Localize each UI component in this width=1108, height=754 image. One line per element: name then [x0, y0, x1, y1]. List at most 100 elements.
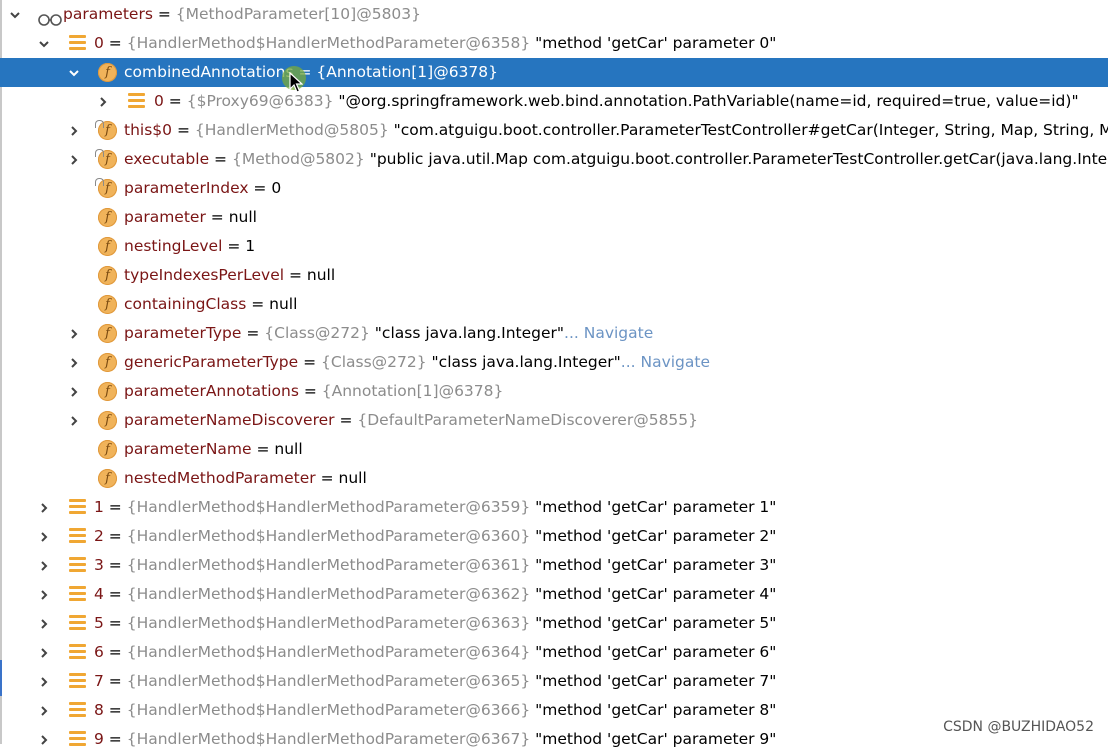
equals-sign: = [103, 701, 127, 719]
variable-value: null [228, 208, 257, 226]
field-icon: f [98, 440, 117, 459]
variable-value: "method 'getCar' parameter 4" [530, 585, 777, 603]
variable-name: containingClass [124, 295, 247, 313]
chevron-down-icon[interactable] [36, 29, 52, 58]
tree-row[interactable]: 3 = {HandlerMethod$HandlerMethodParamete… [0, 551, 1108, 580]
equals-sign: = [103, 672, 127, 690]
equals-sign: = [103, 643, 127, 661]
variable-name: parameterNameDiscoverer [124, 411, 335, 429]
equals-sign: = [315, 469, 339, 487]
tree-row[interactable]: f parameterAnnotations = {Annotation[1]@6… [0, 377, 1108, 406]
tree-row[interactable]: f nestingLevel = 1 [0, 232, 1108, 261]
equals-sign: = [103, 614, 127, 632]
tree-row[interactable]: f parameter = null [0, 203, 1108, 232]
tree-row[interactable]: 5 = {HandlerMethod$HandlerMethodParamete… [0, 609, 1108, 638]
chevron-down-icon[interactable] [7, 0, 23, 29]
chevron-right-icon[interactable] [36, 551, 52, 580]
tree-row[interactable]: f nestedMethodParameter = null [0, 464, 1108, 493]
variable-type: {HandlerMethod@5805} [194, 121, 389, 139]
tree-row[interactable]: parameters = {MethodParameter[10]@5803} [0, 0, 1108, 29]
equals-sign: = [284, 266, 307, 284]
row-text: nestedMethodParameter = null [124, 464, 367, 493]
variable-name: 4 [94, 585, 104, 603]
variable-value: null [306, 266, 336, 284]
array-element-icon [69, 702, 86, 719]
equals-sign: = [152, 5, 176, 23]
variable-name: executable [124, 150, 210, 168]
tree-row[interactable]: 4 = {HandlerMethod$HandlerMethodParamete… [0, 580, 1108, 609]
variable-name: 2 [94, 527, 104, 545]
variable-type: {HandlerMethod$HandlerMethodParameter@63… [126, 498, 531, 516]
tree-row[interactable]: 6 = {HandlerMethod$HandlerMethodParamete… [0, 638, 1108, 667]
row-text: containingClass = null [124, 290, 297, 319]
equals-sign: = [334, 411, 358, 429]
variables-tree[interactable]: parameters = {MethodParameter[10]@5803} 0… [0, 0, 1108, 754]
field-icon: f [98, 237, 117, 256]
tree-row[interactable]: f this$0 = {HandlerMethod@5805} "com.atgu… [0, 116, 1108, 145]
tree-row[interactable]: f combinedAnnotations = {Annotation[1]@63… [0, 58, 1108, 87]
equals-sign: = [205, 208, 229, 226]
field-icon: f [98, 324, 117, 343]
variable-name: parameterName [124, 440, 252, 458]
chevron-right-icon[interactable] [36, 609, 52, 638]
chevron-right-icon[interactable] [66, 116, 82, 145]
tree-row[interactable]: 0 = {HandlerMethod$HandlerMethodParamete… [0, 29, 1108, 58]
tree-row[interactable]: f containingClass = null [0, 290, 1108, 319]
chevron-right-icon[interactable] [66, 145, 82, 174]
chevron-right-icon[interactable] [66, 406, 82, 435]
row-text: 6 = {HandlerMethod$HandlerMethodParamete… [94, 638, 776, 667]
tree-row[interactable]: 2 = {HandlerMethod$HandlerMethodParamete… [0, 522, 1108, 551]
variable-value: "method 'getCar' parameter 8" [530, 701, 777, 719]
chevron-right-icon[interactable] [36, 580, 52, 609]
navigate-link[interactable]: ... Navigate [621, 353, 710, 371]
array-element-icon [69, 499, 86, 516]
variable-name: nestedMethodParameter [124, 469, 316, 487]
variable-value: "method 'getCar' parameter 0" [530, 34, 777, 52]
chevron-right-icon[interactable] [36, 638, 52, 667]
array-element-icon [69, 528, 86, 545]
chevron-down-icon[interactable] [66, 58, 82, 87]
row-text: nestingLevel = 1 [124, 232, 255, 261]
row-text: 8 = {HandlerMethod$HandlerMethodParamete… [94, 696, 776, 725]
variable-name: genericParameterType [124, 353, 299, 371]
row-text: 4 = {HandlerMethod$HandlerMethodParamete… [94, 580, 776, 609]
array-element-icon [69, 731, 86, 748]
variable-type: {HandlerMethod$HandlerMethodParameter@63… [126, 614, 531, 632]
tree-row[interactable]: f executable = {Method@5802} "public java… [0, 145, 1108, 174]
tree-row[interactable]: f parameterIndex = 0 [0, 174, 1108, 203]
chevron-right-icon[interactable] [36, 493, 52, 522]
variable-name: combinedAnnotations [124, 63, 294, 81]
chevron-right-icon[interactable] [66, 319, 82, 348]
variable-type: {HandlerMethod$HandlerMethodParameter@63… [126, 556, 531, 574]
array-element-icon [69, 673, 86, 690]
tree-row[interactable]: 0 = {$Proxy69@6383} "@org.springframewor… [0, 87, 1108, 116]
chevron-right-icon[interactable] [95, 87, 111, 116]
variable-value: "method 'getCar' parameter 2" [530, 527, 777, 545]
tree-row[interactable]: f parameterName = null [0, 435, 1108, 464]
variable-type: {DefaultParameterNameDiscoverer@5855} [357, 411, 699, 429]
tree-row[interactable]: 1 = {HandlerMethod$HandlerMethodParamete… [0, 493, 1108, 522]
chevron-right-icon[interactable] [36, 696, 52, 725]
variable-type: {Annotation[1]@6378} [321, 382, 504, 400]
variable-value: 0 [271, 179, 282, 197]
chevron-right-icon[interactable] [36, 667, 52, 696]
tree-row[interactable]: f parameterNameDiscoverer = {DefaultParam… [0, 406, 1108, 435]
tree-row[interactable]: f typeIndexesPerLevel = null [0, 261, 1108, 290]
variable-value: "com.atguigu.boot.controller.ParameterTe… [388, 121, 1108, 139]
tree-row[interactable]: f genericParameterType = {Class@272} "cla… [0, 348, 1108, 377]
chevron-right-icon[interactable] [66, 348, 82, 377]
variable-type: {HandlerMethod$HandlerMethodParameter@63… [126, 730, 531, 748]
row-text: typeIndexesPerLevel = null [124, 261, 335, 290]
row-text: parameterName = null [124, 435, 303, 464]
chevron-right-icon[interactable] [66, 377, 82, 406]
navigate-link[interactable]: ... Navigate [564, 324, 653, 342]
chevron-right-icon[interactable] [36, 522, 52, 551]
equals-sign: = [103, 527, 127, 545]
equals-sign: = [103, 730, 127, 748]
array-element-icon [69, 35, 86, 52]
row-text: combinedAnnotations = {Annotation[1]@637… [124, 58, 498, 87]
tree-row[interactable]: f parameterType = {Class@272} "class java… [0, 319, 1108, 348]
field-icon: f [98, 469, 117, 488]
chevron-right-icon[interactable] [36, 725, 52, 754]
tree-row[interactable]: 7 = {HandlerMethod$HandlerMethodParamete… [0, 667, 1108, 696]
